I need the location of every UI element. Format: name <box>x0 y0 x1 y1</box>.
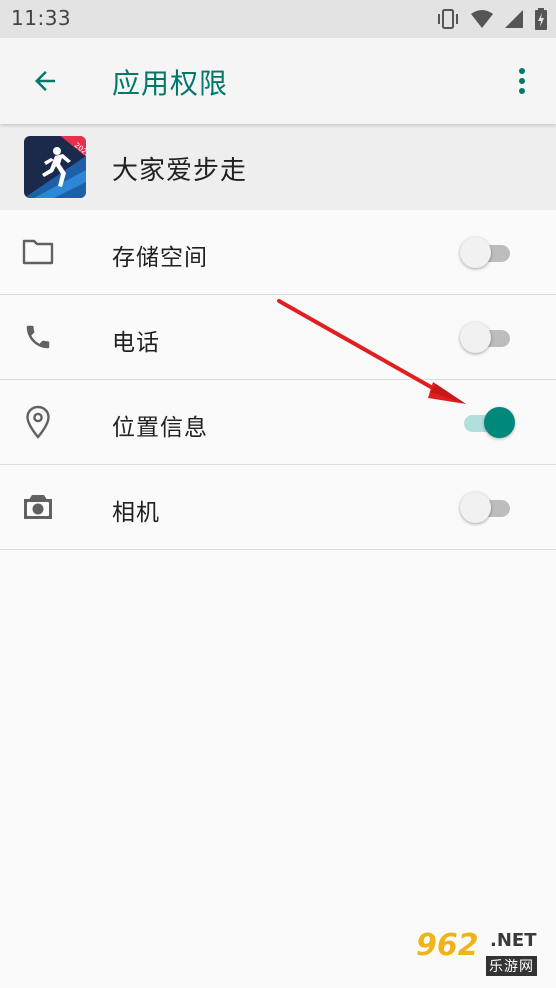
folder-icon <box>20 234 56 270</box>
wifi-icon <box>471 10 493 28</box>
camera-icon <box>20 489 56 525</box>
battery-charging-icon <box>535 8 547 30</box>
watermark-suffix: .NET <box>490 930 537 951</box>
permission-row-location[interactable]: 位置信息 <box>0 380 556 465</box>
watermark-logo: 962 .NET 乐游网 <box>416 928 546 980</box>
phone-icon <box>20 319 56 355</box>
status-icons <box>436 7 548 31</box>
watermark-number: 962 <box>416 928 479 963</box>
permission-switch-camera[interactable] <box>460 491 516 525</box>
page-title: 应用权限 <box>112 67 229 100</box>
permission-row-camera[interactable]: 相机 <box>0 465 556 550</box>
back-button[interactable] <box>24 60 66 102</box>
app-bar: 应用权限 <box>0 38 556 124</box>
switch-thumb <box>460 237 491 268</box>
runner-app-icon: 2025 <box>24 136 86 198</box>
permission-list: 存储空间 电话 位置信息 相机 <box>0 210 556 550</box>
switch-thumb <box>484 407 515 438</box>
permission-label: 电话 <box>112 330 160 356</box>
permission-label: 存储空间 <box>112 245 208 271</box>
switch-thumb <box>460 322 491 353</box>
watermark-sub: 乐游网 <box>486 956 537 976</box>
arrow-back-icon <box>35 71 55 91</box>
permission-switch-phone[interactable] <box>460 321 516 355</box>
more-options-button[interactable] <box>506 60 538 102</box>
status-bar: 11:33 <box>0 0 556 38</box>
more-vert-icon <box>519 68 525 94</box>
permission-label: 相机 <box>112 500 160 526</box>
status-time: 11:33 <box>11 6 72 30</box>
permission-switch-storage[interactable] <box>460 236 516 270</box>
permission-row-phone[interactable]: 电话 <box>0 295 556 380</box>
permission-switch-location[interactable] <box>460 406 516 440</box>
app-header: 2025 大家爱步走 <box>0 124 556 210</box>
switch-thumb <box>460 492 491 523</box>
location-icon <box>20 404 56 440</box>
permission-label: 位置信息 <box>112 415 208 441</box>
vibrate-icon <box>438 9 458 29</box>
signal-icon <box>505 10 523 28</box>
permission-row-storage[interactable]: 存储空间 <box>0 210 556 295</box>
app-name: 大家爱步走 <box>112 156 248 186</box>
